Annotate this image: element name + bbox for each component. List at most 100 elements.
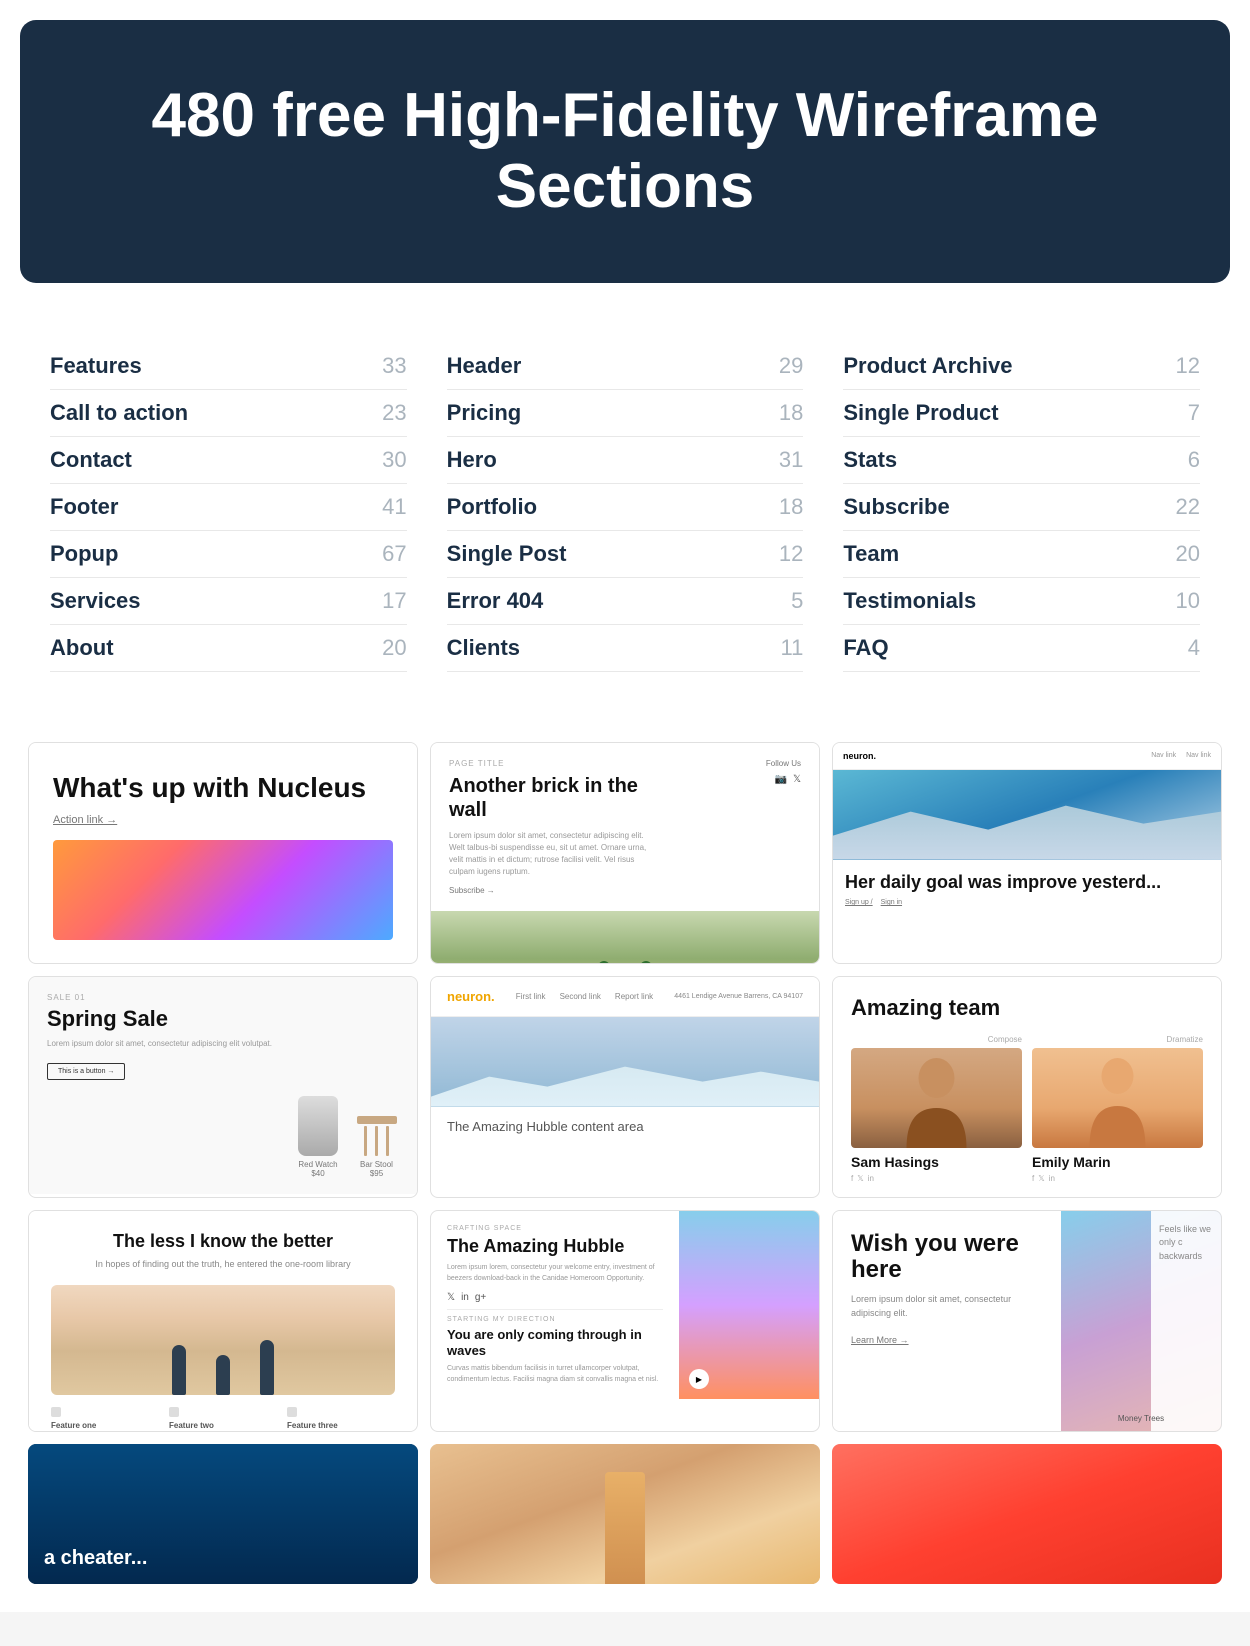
- stat-row: Clients11: [447, 625, 804, 672]
- stool-image: [354, 1096, 399, 1156]
- card-8-image-col: ▶: [679, 1211, 819, 1400]
- card-5-address: 4461 Lendige Avenue Barrens, CA 94107: [674, 993, 803, 1000]
- card-3-nav2: Nav link: [1186, 752, 1211, 759]
- card-8-subtitle: You are only coming through in waves: [447, 1327, 663, 1358]
- card-7-desc: In hopes of finding out the truth, he en…: [51, 1258, 395, 1272]
- feature-title-1: Feature one: [51, 1421, 159, 1430]
- team-social-2: f 𝕏 in: [1032, 1174, 1203, 1183]
- feature-icon-2: [169, 1407, 179, 1417]
- page-wrapper: 480 free High-Fidelity Wireframe Section…: [0, 0, 1250, 1612]
- card-1-link[interactable]: Action link →: [53, 814, 393, 826]
- bottom-right-card[interactable]: [832, 1444, 1222, 1584]
- card-3-btn2[interactable]: Sign in: [881, 899, 902, 906]
- team-role-1: Compose: [851, 1035, 1022, 1044]
- preview-card-9[interactable]: Wish you were here Lorem ipsum dolor sit…: [832, 1210, 1222, 1432]
- card-3-text: Her daily goal was improve yesterd... Si…: [833, 860, 1221, 919]
- feature-2: Feature two Lorem ipsum dolor sit amet, …: [169, 1407, 277, 1431]
- card-9-image: Feels like we only c backwards Money Tre…: [1061, 1211, 1221, 1431]
- facebook-icon: f: [851, 1174, 853, 1183]
- stat-row: Product Archive12: [843, 343, 1200, 390]
- card-3-btn1[interactable]: Sign up /: [845, 899, 873, 906]
- stat-row: Team20: [843, 531, 1200, 578]
- bottom-left-text: a cheater...: [44, 1547, 147, 1570]
- card-3-image: [833, 770, 1221, 860]
- instagram-icon: in: [1049, 1174, 1055, 1183]
- stat-row: Pricing18: [447, 390, 804, 437]
- card-6-team: Compose Sam Hasings f 𝕏: [851, 1035, 1203, 1183]
- stat-row: Single Post12: [447, 531, 804, 578]
- facebook-icon: f: [1032, 1174, 1034, 1183]
- card-3-tagline: Her daily goal was improve yesterd...: [845, 872, 1209, 894]
- card-2-subscribe[interactable]: Subscribe →: [449, 886, 661, 895]
- card-2-tag: PAGE TITLE: [449, 759, 661, 768]
- card-9-label: Money Trees: [1118, 1414, 1164, 1423]
- stat-row: Services17: [50, 578, 407, 625]
- card-3-nav1: Nav link: [1151, 752, 1176, 759]
- stats-column-2: Header29 Pricing18 Hero31 Portfolio18 Si…: [447, 343, 804, 672]
- preview-card-2[interactable]: PAGE TITLE Another brick in the wall Lor…: [430, 742, 820, 964]
- product-1-price: $40: [298, 1169, 338, 1178]
- feature-icon-1: [51, 1407, 61, 1417]
- preview-card-1[interactable]: What's up with Nucleus Action link →: [28, 742, 418, 964]
- product-1-name: Red Watch: [298, 1160, 338, 1169]
- bottom-left-card[interactable]: a cheater...: [28, 1444, 418, 1584]
- google-icon: g+: [475, 1292, 486, 1303]
- stat-row: Portfolio18: [447, 484, 804, 531]
- pillar-decoration: [605, 1472, 645, 1584]
- card-9-overlay: Feels like we only c backwards: [1151, 1211, 1221, 1431]
- preview-card-6[interactable]: Amazing team Compose Sam Hasings: [832, 976, 1222, 1198]
- figure-decoration: [172, 1345, 186, 1395]
- twitter-icon: 𝕏: [857, 1174, 863, 1183]
- tree-decoration: [598, 961, 610, 963]
- preview-card-4[interactable]: SALE 01 Spring Sale Lorem ipsum dolor si…: [28, 976, 418, 1198]
- team-name-1: Sam Hasings: [851, 1154, 1022, 1170]
- stat-row: About20: [50, 625, 407, 672]
- instagram-icon: in: [868, 1174, 874, 1183]
- watch-image: [298, 1096, 338, 1156]
- stat-row: Error 4045: [447, 578, 804, 625]
- card-9-desc: Lorem ipsum dolor sit amet, consectetur …: [851, 1293, 1043, 1320]
- card-1-title: What's up with Nucleus: [53, 771, 393, 805]
- preview-card-7[interactable]: The less I know the better In hopes of f…: [28, 1210, 418, 1432]
- feature-title-3: Feature three: [287, 1421, 395, 1430]
- stats-column-1: Features33 Call to action23 Contact30 Fo…: [50, 343, 407, 672]
- product-item-1: Red Watch $40: [298, 1096, 338, 1178]
- preview-grid-row3: The less I know the better In hopes of f…: [20, 1210, 1230, 1432]
- card-9-link[interactable]: Learn More →: [851, 1335, 909, 1345]
- card-8-desc: Lorem ipsum lorem, consectetur your welc…: [447, 1263, 663, 1284]
- card-4-button[interactable]: This is a button →: [47, 1063, 125, 1080]
- card-5-link2[interactable]: Second link: [560, 992, 601, 1001]
- card-9-content: Wish you were here Lorem ipsum dolor sit…: [833, 1211, 1221, 1431]
- team-avatar-1: [851, 1048, 1022, 1148]
- card-8-body: Curvas mattis bibendum facilisis in turr…: [447, 1364, 663, 1385]
- stat-row: Single Product7: [843, 390, 1200, 437]
- card-1-content: What's up with Nucleus Action link →: [29, 743, 417, 941]
- card-5-header: neuron. First link Second link Report li…: [431, 977, 819, 1017]
- stat-row: Popup67: [50, 531, 407, 578]
- card-7-scene: [51, 1285, 395, 1395]
- avatar-silhouette-1: [851, 1048, 1022, 1148]
- card-5-link1[interactable]: First link: [516, 992, 546, 1001]
- preview-card-5[interactable]: neuron. First link Second link Report li…: [430, 976, 820, 1198]
- stat-row: Contact30: [50, 437, 407, 484]
- hero-title: 480 free High-Fidelity Wireframe Section…: [60, 80, 1190, 223]
- feature-icon-3: [287, 1407, 297, 1417]
- card-2-content: PAGE TITLE Another brick in the wall Lor…: [431, 743, 819, 963]
- product-2-name: Bar Stool: [354, 1160, 399, 1169]
- preview-card-3[interactable]: neuron. Nav link Nav link Her daily goal…: [832, 742, 1222, 964]
- card-4-products: Red Watch $40: [47, 1096, 399, 1178]
- card-3-logo: neuron.: [843, 751, 876, 761]
- stat-row: Call to action23: [50, 390, 407, 437]
- bottom-middle-card[interactable]: [430, 1444, 820, 1584]
- divider: [447, 1309, 663, 1310]
- card-2-image: [431, 911, 819, 963]
- card-8-content: CRAFTING SPACE The Amazing Hubble Lorem …: [431, 1211, 819, 1400]
- play-button[interactable]: ▶: [689, 1369, 709, 1389]
- card-4-title: Spring Sale: [47, 1006, 399, 1032]
- card-5-link3[interactable]: Report link: [615, 992, 653, 1001]
- card-8-title: The Amazing Hubble: [447, 1236, 663, 1258]
- stats-section: Features33 Call to action23 Contact30 Fo…: [20, 323, 1230, 712]
- card-2-follow: Follow Us: [681, 759, 801, 768]
- figure-decoration: [260, 1340, 274, 1395]
- preview-card-8[interactable]: CRAFTING SPACE The Amazing Hubble Lorem …: [430, 1210, 820, 1432]
